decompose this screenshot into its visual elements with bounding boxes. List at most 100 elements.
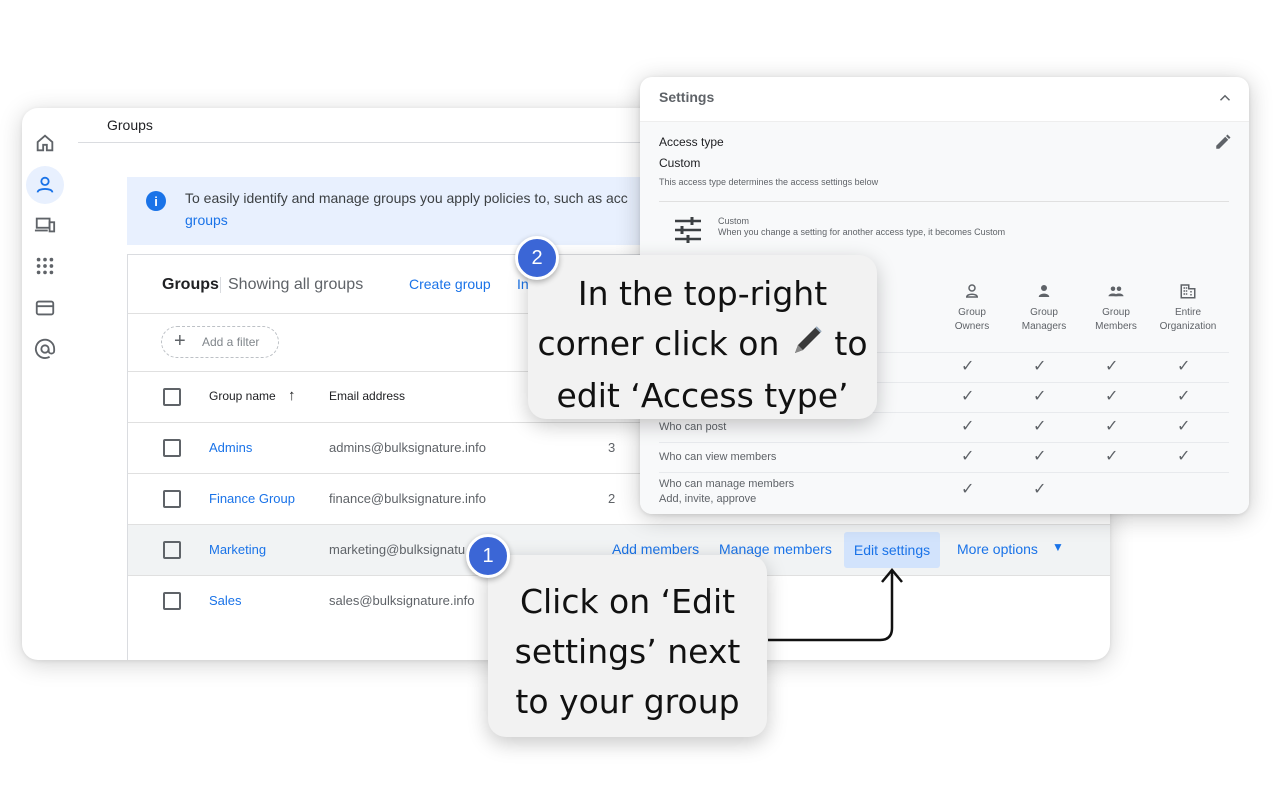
row-checkbox[interactable]: [163, 541, 181, 559]
check-icon[interactable]: ✓: [1033, 479, 1046, 499]
column-label: Entire: [1174, 307, 1202, 318]
group-name-link[interactable]: Sales: [209, 593, 242, 608]
check-icon[interactable]: ✓: [961, 356, 974, 376]
invite-link[interactable]: In: [517, 276, 529, 292]
column-label: Group: [958, 307, 986, 318]
check-icon[interactable]: ✓: [1177, 446, 1190, 466]
callout-line: In the top-right: [577, 274, 828, 313]
check-icon[interactable]: ✓: [1033, 416, 1046, 436]
column-email[interactable]: Email address: [329, 389, 405, 403]
column-label: Owners: [954, 321, 990, 332]
column-label: Group: [1102, 307, 1130, 318]
banner-text: To easily identify and manage groups you…: [185, 190, 628, 206]
check-icon[interactable]: ✓: [1033, 356, 1046, 376]
create-group-link[interactable]: Create group: [409, 276, 491, 292]
home-icon[interactable]: [26, 124, 64, 162]
billing-card-icon[interactable]: [26, 289, 64, 327]
check-icon[interactable]: ✓: [1177, 386, 1190, 406]
permission-label: Who can post: [659, 421, 727, 433]
page-title: Groups: [107, 117, 153, 133]
check-icon[interactable]: ✓: [1105, 386, 1118, 406]
at-sign-icon[interactable]: [26, 330, 64, 368]
row-checkbox[interactable]: [163, 490, 181, 508]
column-group-owners: Group Owners: [937, 282, 1007, 334]
check-icon[interactable]: ✓: [1177, 416, 1190, 436]
access-type-label: Access type: [659, 135, 724, 149]
settings-header[interactable]: Settings: [640, 77, 1249, 122]
pointer-arrow-icon: [768, 568, 903, 642]
column-group-members: Group Members: [1081, 282, 1151, 334]
dropdown-arrow-icon[interactable]: ▼: [1052, 540, 1064, 554]
member-count: 3: [608, 440, 616, 455]
column-group-name[interactable]: Group name: [209, 389, 276, 403]
check-icon[interactable]: ✓: [1105, 356, 1118, 376]
organization-icon: [1180, 284, 1196, 299]
banner-link[interactable]: groups: [185, 212, 228, 228]
group-email: sales@bulksignature.info: [329, 593, 475, 608]
permission-label: Who can view members: [659, 451, 777, 463]
column-label: Group: [1030, 307, 1058, 318]
group-manager-icon: [1038, 285, 1050, 297]
column-label: Managers: [1021, 321, 1067, 332]
callout-line: to your group: [515, 682, 740, 721]
pencil-edit-icon[interactable]: [1214, 133, 1232, 151]
callout-text: to: [834, 324, 868, 363]
column-label: Members: [1095, 321, 1137, 332]
more-options-link[interactable]: More options: [957, 541, 1038, 557]
group-name-link[interactable]: Finance Group: [209, 491, 295, 506]
divider: [659, 201, 1229, 202]
card-title: Groups: [162, 276, 219, 293]
column-label: Organization: [1159, 321, 1217, 332]
row-checkbox[interactable]: [163, 592, 181, 610]
permission-label: Who can manage members: [659, 478, 795, 490]
row-checkbox[interactable]: [163, 439, 181, 457]
step-1-badge: 1: [466, 534, 510, 578]
chevron-up-icon[interactable]: [1216, 89, 1234, 107]
check-icon[interactable]: ✓: [961, 479, 974, 499]
group-email: marketing@bulksignatu: [329, 542, 466, 557]
group-name-link[interactable]: Marketing: [209, 542, 266, 557]
sort-arrow-up-icon[interactable]: ↑: [288, 387, 296, 404]
member-count: 2: [608, 491, 616, 506]
column-group-managers: Group Managers: [1009, 282, 1079, 334]
check-icon[interactable]: ✓: [1177, 356, 1190, 376]
check-icon[interactable]: ✓: [1033, 446, 1046, 466]
check-icon[interactable]: ✓: [1033, 386, 1046, 406]
info-icon: i: [146, 191, 166, 211]
check-icon[interactable]: ✓: [961, 386, 974, 406]
custom-option-title: Custom: [718, 216, 750, 226]
pen-icon: [790, 321, 824, 371]
apps-grid-icon[interactable]: [26, 247, 64, 285]
title-separator: [220, 277, 221, 293]
tune-sliders-icon: [675, 217, 701, 243]
permission-sublabel: Add, invite, approve: [659, 493, 757, 505]
check-icon[interactable]: ✓: [961, 416, 974, 436]
custom-option-description: When you change a setting for another ac…: [718, 227, 1006, 237]
plus-icon: +: [174, 330, 186, 352]
settings-title: Settings: [659, 89, 715, 105]
callout-step-2: In the top-right corner click on to edit…: [528, 255, 877, 419]
select-all-checkbox[interactable]: [163, 388, 181, 406]
column-entire-organization: Entire Organization: [1153, 282, 1223, 334]
check-icon[interactable]: ✓: [961, 446, 974, 466]
permission-row-who-can-view-members: Who can view members ✓ ✓ ✓ ✓: [659, 442, 1229, 473]
callout-step-1: Click on ‘Edit settings’ next to your gr…: [488, 555, 767, 737]
callout-text: corner click on: [537, 324, 780, 363]
callout-line: edit ‘Access type’: [556, 375, 849, 415]
group-email: admins@bulksignature.info: [329, 440, 487, 455]
callout-line: Click on ‘Edit: [519, 582, 736, 621]
check-icon[interactable]: ✓: [1105, 416, 1118, 436]
add-filter-button[interactable]: + Add a filter: [161, 326, 279, 358]
access-type-value: Custom: [659, 156, 701, 170]
callout-line: settings’ next: [514, 632, 741, 671]
group-email: finance@bulksignature.info: [329, 491, 487, 506]
devices-icon[interactable]: [26, 206, 64, 244]
check-icon[interactable]: ✓: [1105, 446, 1118, 466]
step-2-badge: 2: [515, 236, 559, 280]
callout-line: corner click on to: [528, 319, 877, 371]
group-owner-icon: [965, 284, 979, 298]
group-name-link[interactable]: Admins: [209, 440, 252, 455]
add-filter-label: Add a filter: [202, 335, 260, 349]
permission-row-who-can-manage-members: Who can manage members Add, invite, appr…: [659, 472, 1229, 511]
user-icon[interactable]: [26, 166, 64, 204]
